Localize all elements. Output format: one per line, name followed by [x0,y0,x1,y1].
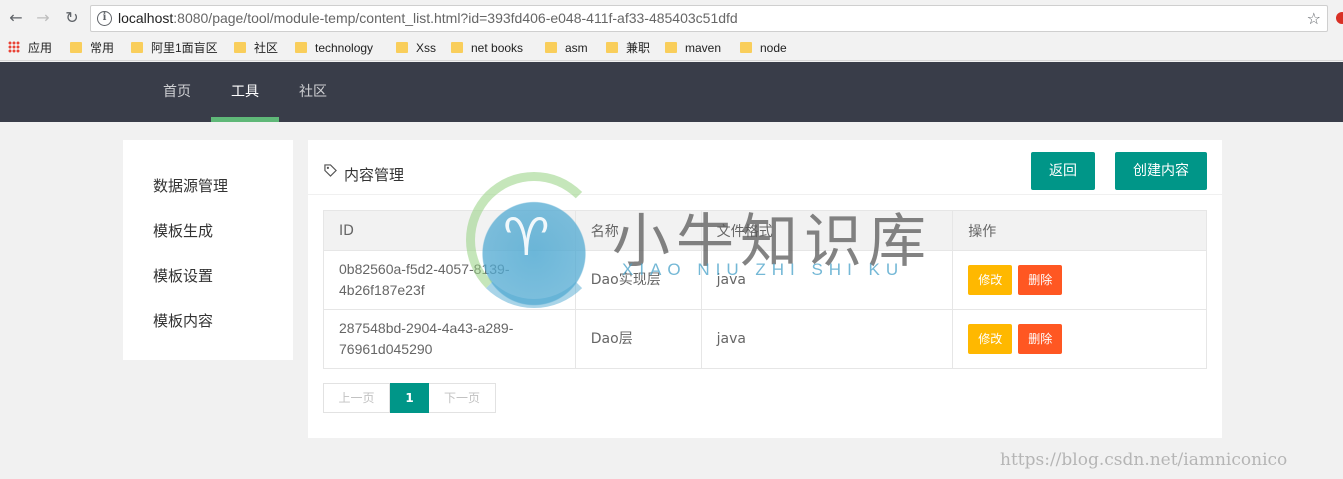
bookmark-label: net books [471,41,524,55]
cell-format: java [700,309,954,369]
folder-icon [396,42,408,53]
bookmark-star-icon[interactable]: ☆ [1307,9,1321,28]
folder-icon [665,42,677,53]
table-row: 287548bd-2904-4a43-a289- 76961d045290 Dao… [323,309,1207,369]
url-path: :8080/page/tool/module-temp/content_list… [173,10,738,26]
url-text[interactable]: localhost:8080/page/tool/module-temp/con… [118,10,738,26]
bookmark-item[interactable]: Xss [396,40,436,57]
back-arrow-icon[interactable]: ← [6,8,26,28]
nav-item-tools[interactable]: 工具 [211,62,279,122]
next-page-button[interactable]: 下一页 [429,383,496,413]
bookmark-item[interactable]: 兼职 [606,40,650,57]
folder-icon [70,42,82,53]
card-header: 内容管理 返回 创建内容 [308,140,1222,195]
sidebar-item-template-content[interactable]: 模板内容 [153,310,213,331]
pagination: 上一页 1 下一页 [323,383,496,413]
bookmark-label: 社区 [254,41,279,55]
sidebar-item-datasource[interactable]: 数据源管理 [153,175,228,196]
forward-arrow-icon[interactable]: → [33,8,53,28]
bookmark-label: Xss [416,41,437,55]
bookmark-item[interactable]: maven [665,40,721,57]
apps-grid-icon [8,41,20,53]
create-content-button[interactable]: 创建内容 [1115,152,1207,190]
prev-page-button[interactable]: 上一页 [323,383,390,413]
edit-button[interactable]: 修改 [968,324,1013,354]
folder-icon [234,42,246,53]
back-button[interactable]: 返回 [1031,152,1095,190]
cell-actions: 修改 删除 [952,250,1207,310]
page-title: 内容管理 [344,166,405,184]
delete-button[interactable]: 删除 [1018,324,1063,354]
folder-icon [451,42,463,53]
watermark-url: https://blog.csdn.net/iamniconico [1000,450,1288,470]
bookmark-label: 兼职 [626,41,651,55]
id-text: 287548bd-2904-4a43-a289- [339,320,514,336]
bookmark-apps[interactable]: 应用 [8,40,52,57]
active-indicator [211,117,279,122]
column-header-actions: 操作 [952,210,1207,251]
bull-icon: ♈ [503,208,550,268]
nav-item-label: 首页 [163,84,191,100]
folder-icon [131,42,143,53]
sidebar: 数据源管理 模板生成 模板设置 模板内容 [123,140,293,360]
folder-icon [740,42,752,53]
bookmarks-bar: 应用 常用 阿里1面盲区 社区 technology Xss net books… [0,36,1343,61]
bookmark-label: 常用 [90,41,115,55]
nav-item-label: 社区 [299,84,327,100]
nav-item-home[interactable]: 首页 [143,62,211,122]
bookmark-item[interactable]: net books [451,40,523,57]
bookmark-item[interactable]: technology [295,40,373,57]
bookmark-item[interactable]: 常用 [70,40,114,57]
address-bar[interactable]: i localhost:8080/page/tool/module-temp/c… [90,5,1328,32]
tag-icon [324,164,337,177]
bookmark-label: 应用 [28,41,53,55]
cell-name: Dao层 [574,309,702,369]
bookmark-label: node [760,41,787,55]
folder-icon [295,42,307,53]
bookmark-label: maven [685,41,722,55]
extension-icon[interactable] [1336,12,1343,24]
bookmark-label: 阿里1面盲区 [151,41,218,55]
cell-id: 287548bd-2904-4a43-a289- 76961d045290 [323,309,576,369]
watermark-subtitle: XIAO NIU ZHI SHI KU [622,260,905,279]
delete-button[interactable]: 删除 [1018,265,1063,295]
content-card: 内容管理 返回 创建内容 ID 名称 文件格式 操作 0b82560a-f5d2… [308,140,1222,438]
bookmark-label: technology [315,41,374,55]
cell-actions: 修改 删除 [952,309,1207,369]
bookmark-item[interactable]: asm [545,40,588,57]
reload-icon[interactable]: ↻ [62,8,82,28]
sidebar-item-template-settings[interactable]: 模板设置 [153,265,213,286]
id-text: 4b26f187e23f [339,282,425,298]
folder-icon [606,42,618,53]
bookmark-item[interactable]: 阿里1面盲区 [131,40,218,57]
bookmark-label: asm [565,41,588,55]
sidebar-item-template-generate[interactable]: 模板生成 [153,220,213,241]
browser-toolbar: ← → ↻ i localhost:8080/page/tool/module-… [0,0,1343,36]
info-icon[interactable]: i [97,11,112,26]
url-host: localhost [118,10,174,26]
current-page-button[interactable]: 1 [390,383,429,413]
bookmark-item[interactable]: 社区 [234,40,278,57]
folder-icon [545,42,557,53]
id-text: 76961d045290 [339,341,433,357]
edit-button[interactable]: 修改 [968,265,1013,295]
top-navigation: 首页 工具 社区 [0,62,1343,122]
nav-item-community[interactable]: 社区 [279,62,347,122]
nav-item-label: 工具 [231,84,259,100]
bookmark-item[interactable]: node [740,40,787,57]
